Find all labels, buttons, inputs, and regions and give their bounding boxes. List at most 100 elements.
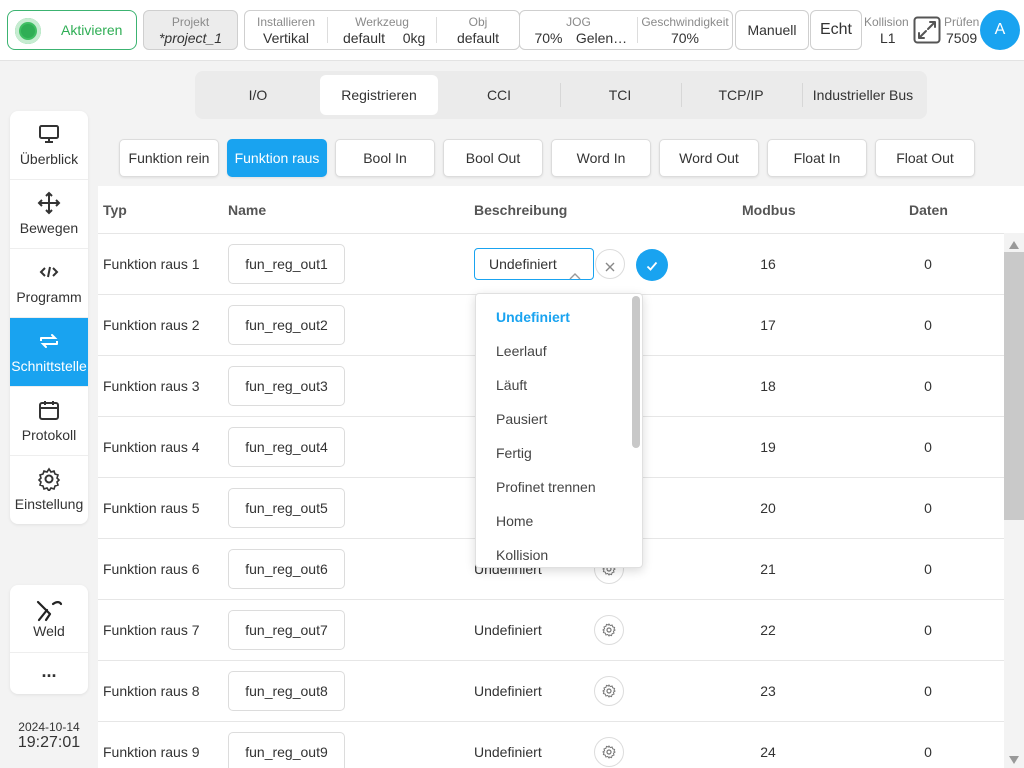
dropdown-option-finished[interactable]: Fertig [496,436,532,470]
monitor-icon [37,122,61,146]
row-type: Funktion raus 6 [103,561,200,577]
current-time: 19:27:01 [17,734,81,751]
speed-value: 70% [670,30,700,46]
subtab-function-out[interactable]: Funktion raus [227,139,327,177]
tab-tcpip[interactable]: TCP/IP [682,75,800,115]
row-name-field[interactable]: fun_reg_out3 [228,366,345,406]
sidebar-item-overview[interactable]: Überblick [10,111,88,180]
dropdown-option-collision[interactable]: Kollision [496,538,548,567]
subtab-bool-in[interactable]: Bool In [335,139,435,177]
dropdown-option-running[interactable]: Läuft [496,368,527,402]
collision-title: Kollision [864,15,909,29]
check-indicator[interactable]: Prüfen 7509 [944,10,980,50]
sidebar-item-label: Programm [16,289,82,305]
tab-industrial-bus[interactable]: Industrieller Bus [803,75,923,115]
row-name-field[interactable]: fun_reg_out9 [228,732,345,768]
row-data: 0 [924,744,932,760]
more-button[interactable]: ... [10,653,88,694]
weld-label: Weld [33,623,65,639]
gear-icon [602,745,616,759]
column-header-name: Name [228,202,267,218]
row-description: Undefiniert [474,744,542,760]
row-name-field[interactable]: fun_reg_out8 [228,671,345,711]
settings-button[interactable] [594,615,624,645]
dropdown-option-paused[interactable]: Pausiert [496,402,547,436]
tab-tci[interactable]: TCI [561,75,679,115]
tab-io[interactable]: I/O [199,75,317,115]
manual-mode-button[interactable]: Manuell [735,10,809,50]
cancel-button[interactable] [595,249,625,279]
swap-icon [37,329,61,353]
row-name-field[interactable]: fun_reg_out2 [228,305,345,345]
tool-title: Werkzeug [355,15,409,29]
chevron-up-icon [569,260,581,290]
row-type: Funktion raus 8 [103,683,200,699]
subtab-function-in[interactable]: Funktion rein [119,139,219,177]
row-type: Funktion raus 3 [103,378,200,394]
sidebar-item-program[interactable]: Programm [10,249,88,318]
project-title: Projekt [171,15,210,29]
sidebar-item-move[interactable]: Bewegen [10,180,88,249]
row-data: 0 [924,439,932,455]
scroll-down-icon[interactable] [1008,752,1020,768]
tab-register[interactable]: Registrieren [320,75,438,115]
subtab-word-in[interactable]: Word In [551,139,651,177]
table-scrollbar[interactable] [1004,233,1024,768]
sidebar-item-label: Schnittstelle [11,358,87,374]
sidebar-item-settings[interactable]: Einstellung [10,456,88,524]
row-name-field[interactable]: fun_reg_out7 [228,610,345,650]
tab-cci[interactable]: CCI [440,75,558,115]
row-type: Funktion raus 4 [103,439,200,455]
table-row: Funktion raus 7 fun_reg_out7 Undefiniert… [98,600,1004,661]
settings-button[interactable] [594,737,624,767]
dropdown-option-home[interactable]: Home [496,504,533,538]
subtab-bool-out[interactable]: Bool Out [443,139,543,177]
jog-title: JOG [566,15,591,29]
user-avatar[interactable]: A [980,10,1020,50]
row-modbus: 23 [760,683,776,699]
real-mode-button[interactable]: Echt [810,10,862,50]
subtab-float-out[interactable]: Float Out [875,139,975,177]
row-name-field[interactable]: fun_reg_out1 [228,244,345,284]
sidebar-item-interface[interactable]: Schnittstelle [10,318,88,387]
weld-button[interactable]: Weld [10,585,88,653]
project-selector[interactable]: Projekt *project_1 [143,10,238,50]
calendar-icon [37,398,61,422]
activate-button[interactable]: Aktivieren [7,10,137,50]
gear-icon [602,623,616,637]
row-type: Funktion raus 7 [103,622,200,638]
dropdown-option-undefined[interactable]: Undefiniert [496,300,570,334]
collision-value: L1 [880,30,896,46]
row-modbus: 16 [760,256,776,272]
check-value: 7509 [946,30,978,46]
code-icon [37,260,61,284]
description-select[interactable]: Undefiniert [474,248,594,280]
row-modbus: 21 [760,561,776,577]
scrollbar-thumb[interactable] [1004,252,1024,520]
dropdown-option-idle[interactable]: Leerlauf [496,334,547,368]
row-type: Funktion raus 9 [103,744,200,760]
dropdown-option-profinet-disconnect[interactable]: Profinet trennen [496,470,596,504]
confirm-button[interactable] [636,249,668,281]
sidebar-item-log[interactable]: Protokoll [10,387,88,456]
row-description: Undefiniert [474,622,542,638]
settings-button[interactable] [594,676,624,706]
row-type: Funktion raus 2 [103,317,200,333]
row-name-field[interactable]: fun_reg_out4 [228,427,345,467]
row-name-field[interactable]: fun_reg_out5 [228,488,345,528]
subtab-float-in[interactable]: Float In [767,139,867,177]
gear-icon [602,684,616,698]
tool-selector[interactable]: Werkzeug default 0kg [328,11,436,49]
dropdown-scrollbar[interactable] [632,296,640,448]
sidebar-extra: Weld ... [10,585,88,694]
row-modbus: 17 [760,317,776,333]
row-name-field[interactable]: fun_reg_out6 [228,549,345,589]
jog-selector[interactable]: JOG 70% Gelen… [520,11,637,49]
subtab-word-out[interactable]: Word Out [659,139,759,177]
weld-icon [35,598,63,624]
expand-icon[interactable] [913,16,941,44]
speed-selector[interactable]: Geschwindigkeit 70% [638,11,732,49]
status-led-icon [15,18,41,44]
collision-indicator[interactable]: Kollision L1 [864,10,910,50]
column-header-typ: Typ [103,202,127,218]
